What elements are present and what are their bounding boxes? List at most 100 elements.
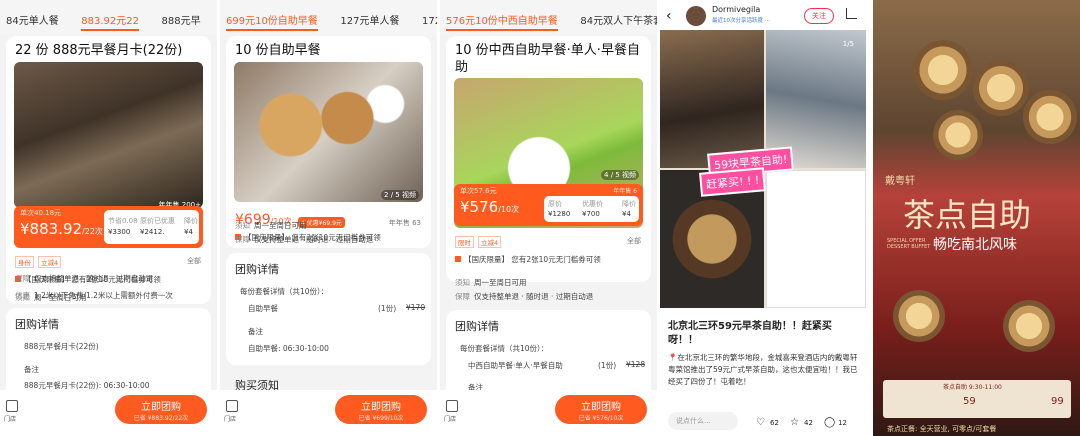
comment-count: 12 xyxy=(838,419,847,427)
comment-icon[interactable]: ◯ xyxy=(824,417,835,428)
dimsum-basket xyxy=(1003,300,1055,352)
share-icon[interactable] xyxy=(846,8,857,19)
detail-qty: (1份) xyxy=(378,304,397,313)
star-icon[interactable]: ☆ xyxy=(790,417,799,428)
tab-3[interactable]: 172元 xyxy=(422,12,437,27)
buy-label: 立即团购 xyxy=(141,402,181,413)
avatar[interactable] xyxy=(686,6,706,26)
sold-count: 年年售 63 xyxy=(388,219,421,227)
panel-deal-2: 699元10份自助早餐 127元单人餐 172元 10 份自助早餐 2 / 5 … xyxy=(220,0,437,436)
price-value: 883.92 xyxy=(29,220,83,238)
tab-2[interactable]: 127元单人餐 xyxy=(340,12,399,27)
image-counter: 4 / 5 视频 xyxy=(601,170,639,180)
tab-1[interactable]: 84元单人餐 xyxy=(6,12,59,27)
note-label: 备注 xyxy=(248,327,263,336)
star-count: 42 xyxy=(804,419,813,427)
info-row-2: 保障 仅支持整单退 · 随时退 · 过期自动退 xyxy=(15,273,153,284)
info-value: 周一至周日可用 xyxy=(254,221,307,230)
store-label: 门店 xyxy=(444,416,457,423)
coupon-row[interactable]: 【国庆限量】 您有2张10元无门槛券可领 xyxy=(455,254,601,265)
deal-title: 10 份中西自助早餐·单人·早餐自助 xyxy=(455,43,640,75)
store-icon[interactable] xyxy=(6,400,18,412)
deal-card: 22 份 888元早餐月卡(22份) 年年售 200+ 单次40.18元 ¥88… xyxy=(6,36,211,304)
note-text: 自助早餐: 06:30-10:00 xyxy=(248,344,329,353)
waffle-photo xyxy=(234,62,423,202)
info-label: 保障 xyxy=(235,235,250,244)
deal-card: 10 份自助早餐 2 / 5 视频 ¥699/10次 4 优惠¥69.9元 年年… xyxy=(226,36,431,248)
info-label: 保障 xyxy=(455,292,470,301)
detail-qty: (1份) xyxy=(598,361,617,370)
tab-bar: 84元单人餐 883.92元22 888元早 xyxy=(0,0,217,34)
buy-button[interactable]: 立即团购 已省 ¥699/10次 xyxy=(335,395,427,424)
price-tag: 单次57.6元 xyxy=(460,187,497,195)
coupon-text: 【国庆限量】 您有2张10元无门槛券可领 xyxy=(464,255,601,264)
comment-input[interactable]: 说点什么... xyxy=(668,412,738,430)
detail-item: 自助早餐 xyxy=(248,304,278,313)
tab-2[interactable]: 883.92元22 xyxy=(81,12,139,31)
brand-name: 戴粤轩 xyxy=(885,176,915,187)
detail-head: 每份套餐详情（共10份）： xyxy=(240,287,329,296)
price: ¥883.92/22次 xyxy=(20,220,103,238)
info-value: 周一至周日可用 xyxy=(474,278,527,287)
detail-price: ¥170 xyxy=(406,303,426,312)
detail-head: 每份套餐详情（共10份）： xyxy=(460,344,549,353)
poster-title: 茶点自助 xyxy=(903,196,1032,234)
follow-button[interactable]: 关注 xyxy=(804,8,834,24)
dimsum-basket xyxy=(893,290,945,342)
section-title: 团购详情 xyxy=(455,320,499,333)
compare-v3: ¥4 xyxy=(184,228,193,236)
bottom-bar: 门店 立即团购 已省 ¥699/10次 xyxy=(220,390,437,436)
all-link[interactable]: 全部 xyxy=(187,256,201,266)
time-label: 茶点自助 9:30-11:00 xyxy=(943,384,1002,391)
compare-label-2: 优惠价 xyxy=(582,200,603,208)
info-value: 仅支持整单退 · 随时退 · 过期自动退 xyxy=(474,292,594,301)
info-row-1: 须知 周一至周日可用 xyxy=(235,220,307,231)
price-unit: /10次 xyxy=(498,205,520,214)
heart-icon[interactable]: ♡ xyxy=(756,417,765,428)
info-label: 优惠 xyxy=(15,291,30,300)
buy-button[interactable]: 立即团购 已省 ¥576/10次 xyxy=(555,395,647,424)
bottom-bar: 门店 立即团购 已省 ¥576/10次 xyxy=(440,390,657,436)
tag-1: 身份 xyxy=(15,256,34,268)
tab-1[interactable]: 699元10份自助早餐 xyxy=(226,12,318,31)
panel-deal-1: 84元单人餐 883.92元22 888元早 22 份 888元早餐月卡(22份… xyxy=(0,0,217,436)
tab-2[interactable]: 84元双人下午茶套 xyxy=(580,12,657,27)
info-row-2: 保障 仅支持整单退 · 随时退 · 过期自动退 xyxy=(235,234,373,245)
compare-label-1: 原价 xyxy=(548,200,562,208)
price-value: 576 xyxy=(469,198,499,216)
compare-v1: ¥3300 xyxy=(108,228,131,236)
deal-card: 10 份中西自助早餐·单人·早餐自助 4 / 5 视频 单次57.6元 ¥576… xyxy=(446,36,651,282)
detail-item: 888元早餐月卡(22份) xyxy=(24,342,99,351)
compare-v2: ¥2412. xyxy=(140,228,165,236)
buy-button[interactable]: 立即团购已省 ¥883.92/22次 xyxy=(115,395,207,424)
username[interactable]: Dormivegila xyxy=(712,5,760,14)
tag-2: 立减4 xyxy=(38,256,62,268)
tab-bar: 576元10份中西自助早餐 84元双人下午茶套 xyxy=(440,0,657,34)
price-bar: 单次40.18元 ¥883.92/22次 ¥3300 ¥2412. ¥4 节省0… xyxy=(14,206,203,248)
sold-count: 年年售 6 xyxy=(613,188,637,195)
buy-sub: 已省 ¥883.92/22次 xyxy=(133,415,189,422)
tag-row: 身份 立减4 xyxy=(15,256,65,268)
tab-1[interactable]: 576元10份中西自助早餐 xyxy=(446,12,558,31)
price-unit: /22次 xyxy=(82,227,103,236)
tab-3[interactable]: 888元早 xyxy=(162,12,201,27)
buy-sub: 已省 ¥576/10次 xyxy=(578,415,624,422)
image-counter: 2 / 5 视频 xyxy=(381,190,419,200)
image-counter: 1/5 xyxy=(842,40,854,48)
social-post: ‹ Dormivegila 最近10次分享活跃度 ··· 关注 1/5 59块早… xyxy=(658,0,868,436)
deal-title: 10 份自助早餐 xyxy=(235,43,321,58)
info-value: 仅支持整单退 · 随时退 · 过期自动退 xyxy=(34,274,154,283)
price-bar: 单次57.6元 ¥576/10次 年年售 6 原价 优惠价 降价 ¥1280 ¥… xyxy=(454,184,643,226)
info-label: 保障 xyxy=(15,274,30,283)
price-panel: 茶点自助 9:30-11:00 59 99 xyxy=(883,380,1071,418)
store-icon[interactable] xyxy=(446,400,458,412)
deal-title: 22 份 888元早餐月卡(22份) xyxy=(15,43,183,58)
user-sub: 最近10次分享活跃度 ··· xyxy=(712,18,770,24)
all-link[interactable]: 全部 xyxy=(627,236,641,246)
store-icon[interactable] xyxy=(226,400,238,412)
info-value: 1.2米以下免费/1.2米以上需额外付费一次 xyxy=(34,291,173,300)
compare-label-3: 降价 xyxy=(184,217,198,225)
price: ¥576/10次 xyxy=(460,198,520,216)
back-icon[interactable]: ‹ xyxy=(666,8,672,24)
compare-v1: ¥1280 xyxy=(548,210,571,218)
